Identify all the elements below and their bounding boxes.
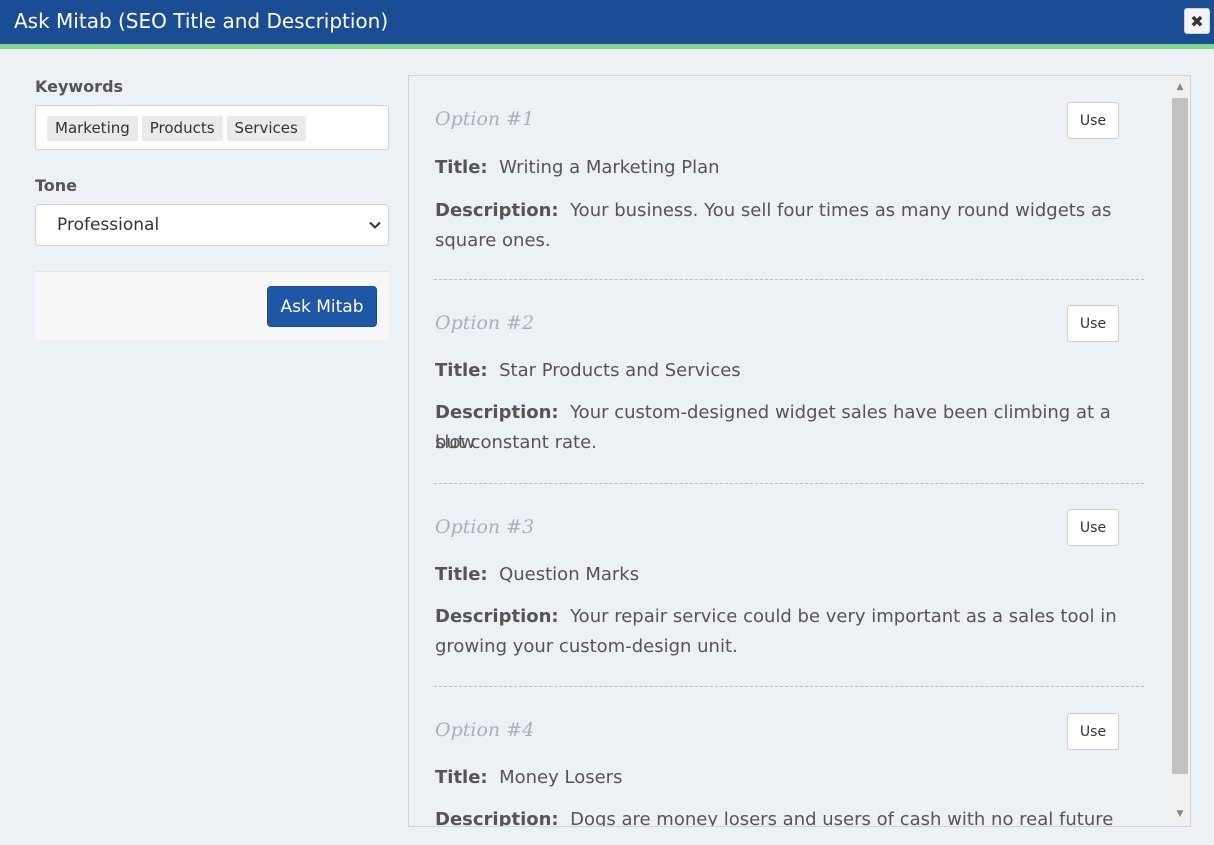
option-description: Description: Dogs are money losers and u… bbox=[435, 805, 1140, 827]
title-label: Title: bbox=[435, 157, 488, 178]
keywords-label: Keywords bbox=[35, 77, 124, 96]
option-description-cont: but constant rate. bbox=[435, 432, 597, 453]
option-name: Option #4 bbox=[435, 719, 535, 741]
use-button[interactable]: Use bbox=[1067, 305, 1119, 342]
option-description-cont: square ones. bbox=[435, 230, 551, 251]
option-divider bbox=[434, 483, 1144, 484]
titlebar-accent-stripe bbox=[0, 44, 1214, 49]
description-value: Dogs are money losers and users of cash … bbox=[570, 809, 1114, 827]
close-button[interactable]: ✖ bbox=[1184, 8, 1210, 34]
action-panel: Ask Mitab bbox=[35, 271, 389, 340]
option-divider bbox=[434, 279, 1144, 280]
description-value: Your business. You sell four times as ma… bbox=[570, 200, 1112, 221]
scroll-thumb[interactable] bbox=[1172, 98, 1188, 774]
tone-label: Tone bbox=[35, 176, 78, 195]
description-label: Description: bbox=[435, 606, 559, 627]
results-list: Option #1 Use Title: Writing a Marketing… bbox=[409, 76, 1169, 826]
option-description-cont: growing your custom-design unit. bbox=[435, 636, 738, 657]
title-label: Title: bbox=[435, 767, 488, 788]
close-icon: ✖ bbox=[1190, 11, 1204, 31]
ask-mitab-button[interactable]: Ask Mitab bbox=[267, 286, 377, 327]
keyword-tag[interactable]: Marketing bbox=[47, 116, 138, 141]
title-value: Question Marks bbox=[499, 564, 640, 585]
option-title: Title: Money Losers bbox=[435, 763, 1140, 793]
use-button[interactable]: Use bbox=[1067, 509, 1119, 546]
option-description: Description: Your repair service could b… bbox=[435, 602, 1140, 632]
results-scrollbar[interactable]: ▲ ▼ bbox=[1170, 76, 1190, 826]
option-title: Title: Question Marks bbox=[435, 560, 1140, 590]
results-pane[interactable]: Option #1 Use Title: Writing a Marketing… bbox=[408, 75, 1191, 827]
chevron-down-icon bbox=[369, 221, 381, 229]
title-value: Money Losers bbox=[499, 767, 623, 788]
option-name: Option #1 bbox=[435, 108, 535, 130]
seo-dialog: Ask Mitab (SEO Title and Description) ✖ … bbox=[0, 0, 1214, 845]
keyword-tag[interactable]: Services bbox=[226, 116, 306, 141]
description-label: Description: bbox=[435, 402, 559, 423]
tone-selected-value: Professional bbox=[57, 215, 160, 235]
description-value: Your repair service could be very import… bbox=[570, 606, 1117, 627]
keyword-tag[interactable]: Products bbox=[141, 116, 223, 141]
scroll-down-arrow[interactable]: ▼ bbox=[1170, 806, 1190, 822]
dialog-titlebar: Ask Mitab (SEO Title and Description) ✖ bbox=[0, 0, 1214, 44]
description-label: Description: bbox=[435, 809, 559, 827]
option-title: Title: Writing a Marketing Plan bbox=[435, 153, 1140, 183]
scroll-up-arrow[interactable]: ▲ bbox=[1170, 79, 1190, 95]
option-description: Description: Your business. You sell fou… bbox=[435, 196, 1140, 226]
tone-select[interactable]: Professional bbox=[35, 204, 389, 246]
title-label: Title: bbox=[435, 360, 488, 381]
use-button[interactable]: Use bbox=[1067, 102, 1119, 139]
option-divider bbox=[434, 686, 1144, 687]
use-button[interactable]: Use bbox=[1067, 713, 1119, 750]
keywords-input[interactable]: Marketing Products Services bbox=[35, 105, 389, 150]
title-label: Title: bbox=[435, 564, 488, 585]
title-value: Star Products and Services bbox=[499, 360, 741, 381]
option-name: Option #2 bbox=[435, 312, 535, 334]
description-label: Description: bbox=[435, 200, 559, 221]
dialog-title: Ask Mitab (SEO Title and Description) bbox=[14, 9, 389, 33]
title-value: Writing a Marketing Plan bbox=[499, 157, 720, 178]
option-name: Option #3 bbox=[435, 516, 535, 538]
option-title: Title: Star Products and Services bbox=[435, 356, 1140, 386]
